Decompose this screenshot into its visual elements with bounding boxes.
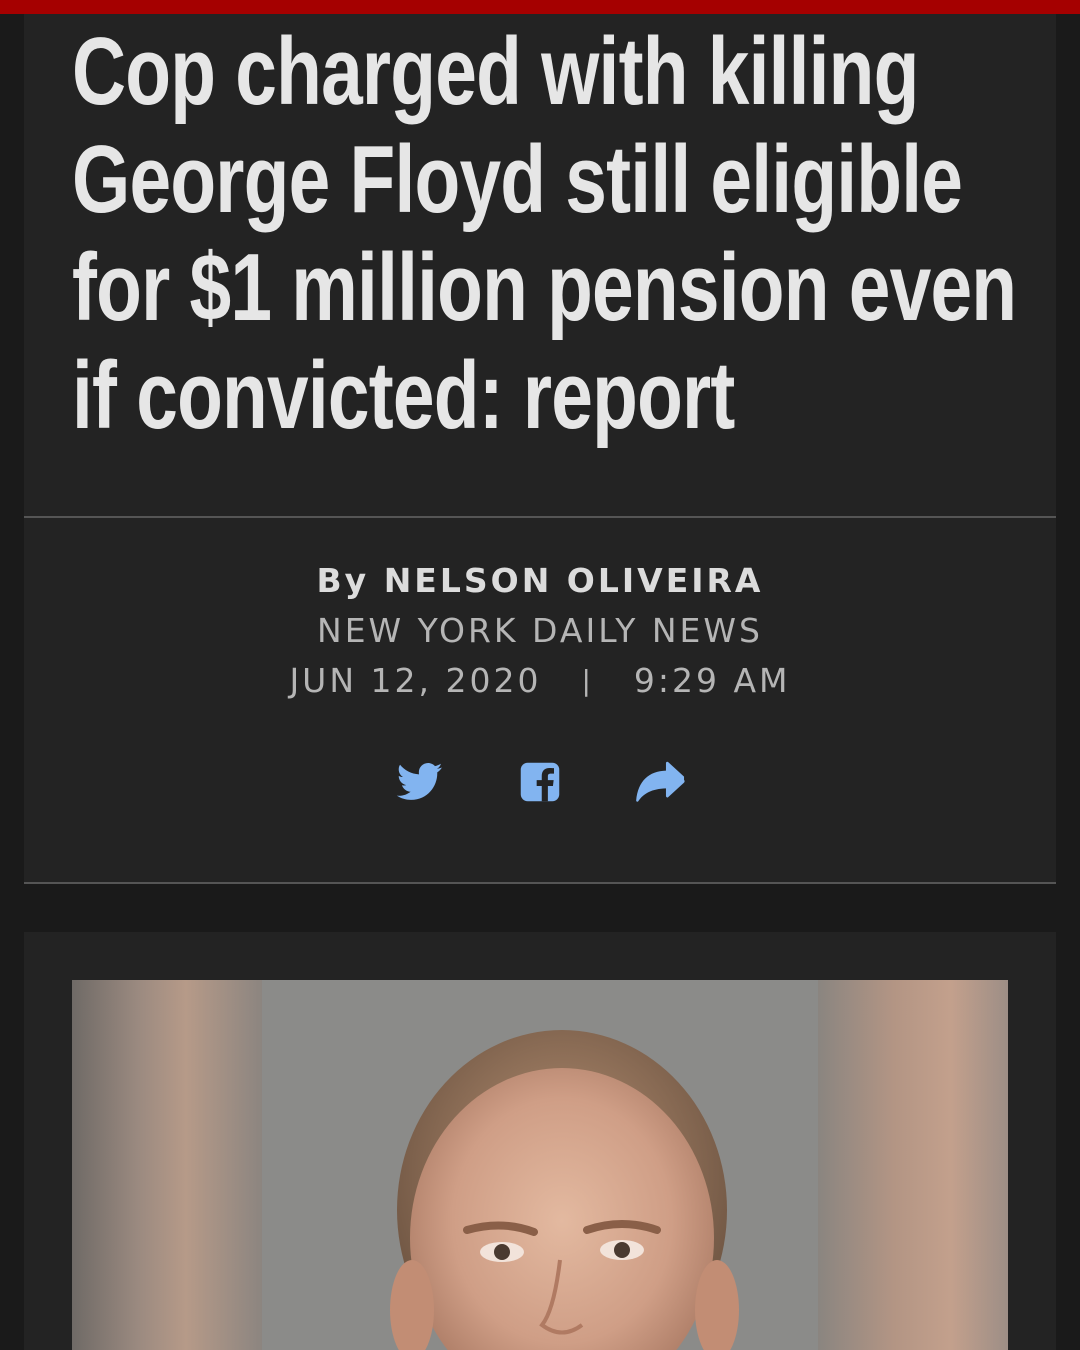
twitter-icon[interactable] (394, 756, 446, 808)
article-photo[interactable] (72, 980, 1008, 1350)
byline-block: By NELSON OLIVEIRA NEW YORK DAILY NEWS J… (24, 556, 1056, 706)
image-panel (24, 932, 1056, 1350)
author-line: By NELSON OLIVEIRA (24, 556, 1056, 606)
photo-blur-right (818, 980, 1008, 1350)
publication-name: NEW YORK DAILY NEWS (317, 611, 763, 650)
divider (24, 882, 1056, 884)
publish-date: JUN 12, 2020 (289, 661, 542, 700)
byline-panel: By NELSON OLIVEIRA NEW YORK DAILY NEWS J… (24, 518, 1056, 882)
photo-center (262, 980, 818, 1350)
date-separator: | (581, 664, 594, 697)
share-row (24, 756, 1056, 808)
facebook-icon[interactable] (514, 756, 566, 808)
article-headline: Cop charged with killing George Floyd st… (72, 18, 1017, 449)
dateline: JUN 12, 2020 | 9:29 AM (24, 656, 1056, 706)
mugshot-illustration (262, 980, 818, 1350)
byline-prefix: By (316, 561, 370, 600)
photo-blur-left (72, 980, 262, 1350)
share-icon[interactable] (634, 756, 686, 808)
headline-panel: Cop charged with killing George Floyd st… (24, 14, 1056, 516)
publish-time: 9:29 AM (633, 661, 791, 700)
author-name[interactable]: NELSON OLIVEIRA (384, 561, 764, 600)
top-accent-bar (0, 0, 1080, 14)
